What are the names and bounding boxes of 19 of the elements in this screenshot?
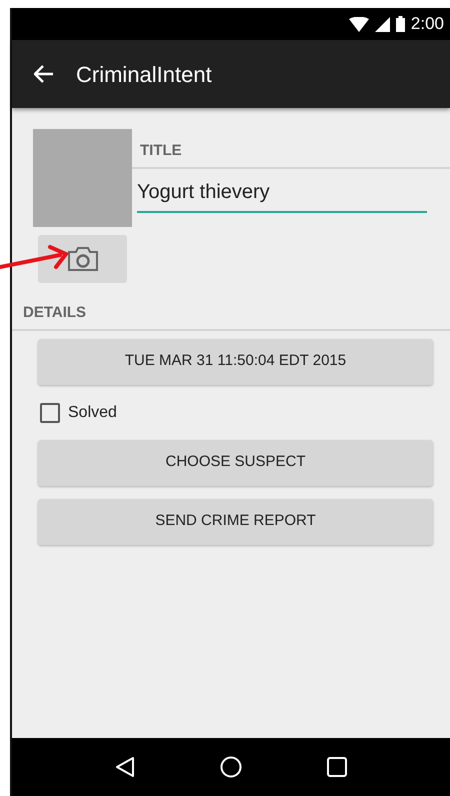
wifi-icon	[348, 16, 369, 32]
solved-label: Solved	[68, 402, 117, 422]
signal-icon	[374, 16, 390, 32]
app-title: CriminalIntent	[76, 60, 212, 88]
status-time: 2:00	[410, 13, 444, 36]
home-icon[interactable]	[220, 756, 242, 778]
camera-icon	[66, 246, 98, 272]
recents-icon[interactable]	[327, 757, 348, 777]
back-nav-icon[interactable]	[114, 756, 135, 778]
action-button[interactable]: SEND CRIME REPORT	[38, 498, 433, 544]
camera-button[interactable]	[38, 235, 127, 283]
battery-icon	[396, 16, 405, 32]
solved-checkbox[interactable]	[40, 402, 60, 422]
title-field[interactable]: Yogurt thievery	[137, 174, 427, 212]
action-button[interactable]: CHOOSE SUSPECT	[38, 440, 433, 486]
title-label: TITLE	[139, 141, 183, 161]
details-label: DETAILS	[23, 303, 88, 323]
date-button[interactable]: TUE MAR 31 11:50:04 EDT 2015	[38, 338, 433, 384]
back-icon[interactable]	[34, 65, 54, 83]
